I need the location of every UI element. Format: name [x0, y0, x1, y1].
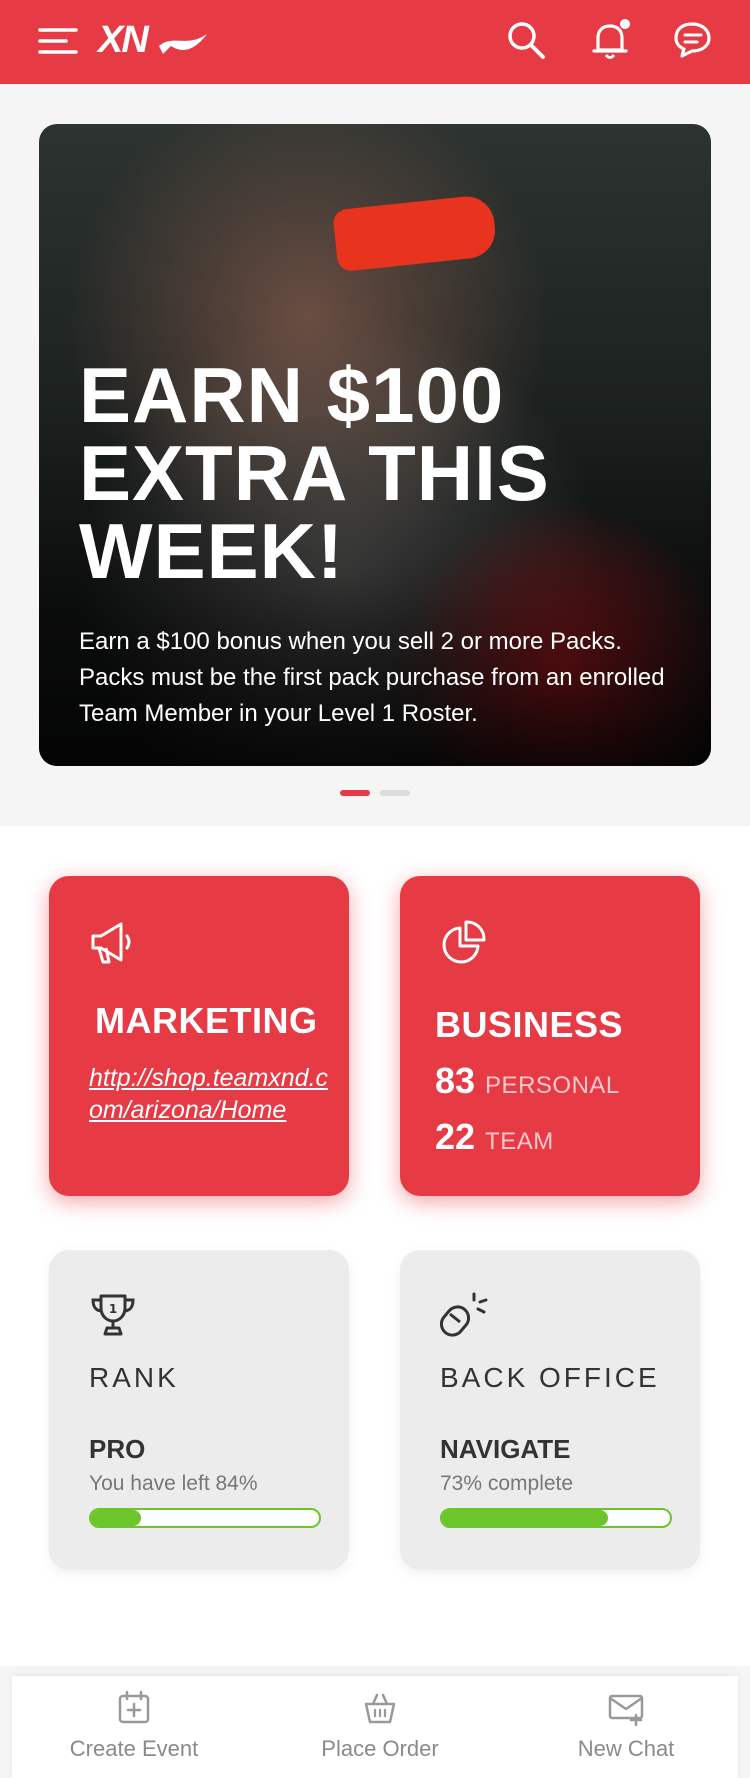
marketing-card[interactable]: MARKETING http://shop.teamxnd.com/arizon…	[49, 876, 349, 1196]
dashboard-cards: MARKETING http://shop.teamxnd.com/arizon…	[0, 826, 750, 1666]
nav-new-chat-label: New Chat	[577, 1736, 675, 1761]
banner-photo-bottle	[332, 193, 498, 273]
personal-label: PERSONAL	[485, 1072, 620, 1099]
team-label: TEAM	[485, 1128, 554, 1155]
rank-value: PRO	[89, 1434, 146, 1464]
business-title: BUSINESS	[435, 1004, 624, 1045]
nav-new-chat[interactable]: New Chat	[526, 1676, 726, 1778]
team-stat: 22 TEAM	[435, 1116, 554, 1158]
carousel-dot-active[interactable]	[340, 790, 370, 796]
rank-note: You have left 84%	[89, 1472, 258, 1495]
back-office-card[interactable]: BACK OFFICE NAVIGATE 73% complete	[400, 1250, 700, 1570]
basket-icon	[364, 1693, 396, 1724]
bell-icon[interactable]	[588, 18, 632, 62]
nav-create-event-label: Create Event	[69, 1736, 199, 1761]
mail-plus-icon	[608, 1694, 644, 1726]
back-office-label: BACK OFFICE	[440, 1362, 660, 1393]
back-office-value: NAVIGATE	[440, 1434, 571, 1464]
pie-chart-icon	[442, 920, 486, 964]
business-card[interactable]: BUSINESS 83 PERSONAL 22 TEAM	[400, 876, 700, 1196]
banner-title: EARN $100 EXTRA THIS WEEK!	[79, 351, 550, 595]
app-header: XN	[0, 0, 750, 84]
marketing-shop-link[interactable]: http://shop.teamxnd.com/arizona/Home	[89, 1062, 339, 1126]
rank-progress-bar	[89, 1508, 321, 1528]
rank-label: RANK	[89, 1362, 179, 1393]
back-office-progress-bar	[440, 1508, 672, 1528]
rank-progress-fill	[91, 1510, 142, 1526]
promo-carousel: EARN $100 EXTRA THIS WEEK! Earn a $100 b…	[0, 84, 750, 826]
brand-bird-icon	[159, 33, 208, 54]
menu-icon[interactable]	[36, 18, 80, 62]
carousel-indicator	[0, 790, 750, 800]
megaphone-icon	[91, 922, 131, 964]
carousel-dot[interactable]	[380, 790, 410, 796]
bottom-navigation: Create Event Place Order New Chat	[12, 1676, 738, 1778]
nav-place-order[interactable]: Place Order	[280, 1676, 480, 1778]
team-count: 22	[435, 1116, 476, 1157]
personal-stat: 83 PERSONAL	[435, 1060, 620, 1102]
marketing-title: MARKETING	[95, 1000, 318, 1041]
rank-card[interactable]: 1 RANK PRO You have left 84%	[49, 1250, 349, 1570]
brand-logo[interactable]: XN	[98, 18, 209, 62]
nav-place-order-label: Place Order	[321, 1736, 439, 1761]
trophy-icon: 1	[91, 1294, 135, 1336]
mouse-click-icon	[439, 1292, 488, 1337]
back-office-note: 73% complete	[440, 1472, 574, 1495]
svg-text:1: 1	[109, 1302, 117, 1316]
nav-create-event[interactable]: Create Event	[34, 1676, 234, 1778]
chat-icon[interactable]	[670, 18, 714, 62]
search-icon[interactable]	[504, 18, 548, 62]
calendar-plus-icon	[118, 1690, 150, 1724]
banner-description: Earn a $100 bonus when you sell 2 or mor…	[79, 628, 665, 727]
personal-count: 83	[435, 1060, 476, 1101]
back-office-progress-fill	[442, 1510, 609, 1526]
promo-banner[interactable]: EARN $100 EXTRA THIS WEEK! Earn a $100 b…	[39, 124, 711, 766]
